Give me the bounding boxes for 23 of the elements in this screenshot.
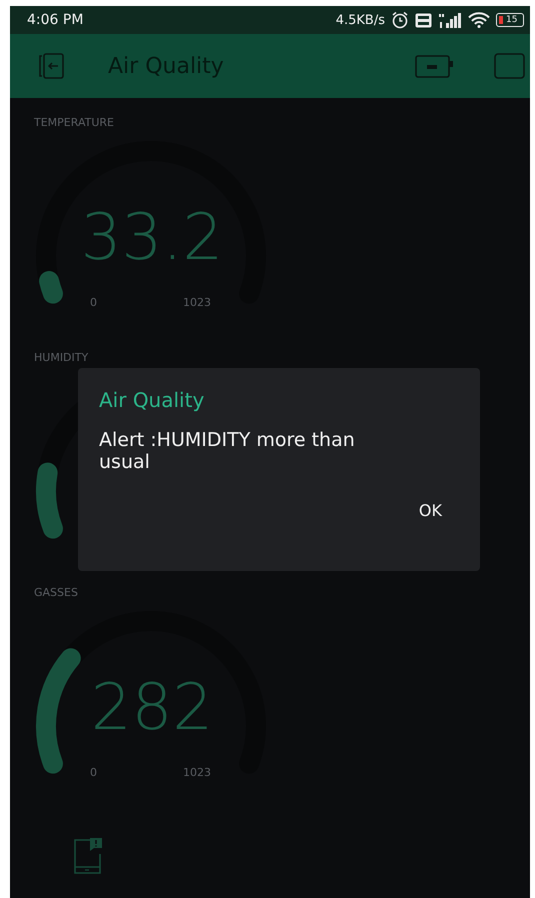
gauge-label: GASSES [34,586,79,601]
phone-alert-icon [73,837,103,874]
wifi-icon [468,12,490,28]
gauge-label: TEMPERATURE [34,116,115,131]
signal-icon [438,12,462,28]
status-time: 4:06 PM [27,12,84,28]
gauge-min: 0 [90,766,97,779]
ok-button[interactable]: OK [402,493,458,528]
dialog-title: Air Quality [99,388,206,412]
gauge-max: 1023 [183,296,211,309]
square-icon[interactable] [494,53,525,79]
gauge-label: HUMIDITY [34,351,90,366]
exit-icon [37,53,65,79]
gauge-min: 0 [90,296,97,309]
device-icon[interactable] [415,54,453,78]
gauge-max: 1023 [183,766,211,779]
network-speed: 4.5KB/s [336,12,385,28]
gauge-value: 33.2 [80,201,224,275]
battery-indicator: 15 [496,13,524,27]
gauge-value: 282 [90,671,214,745]
alarm-icon [391,11,409,29]
gauge-fill [39,271,63,304]
dialog-message: Alert :HUMIDITY more than usual [99,429,356,473]
